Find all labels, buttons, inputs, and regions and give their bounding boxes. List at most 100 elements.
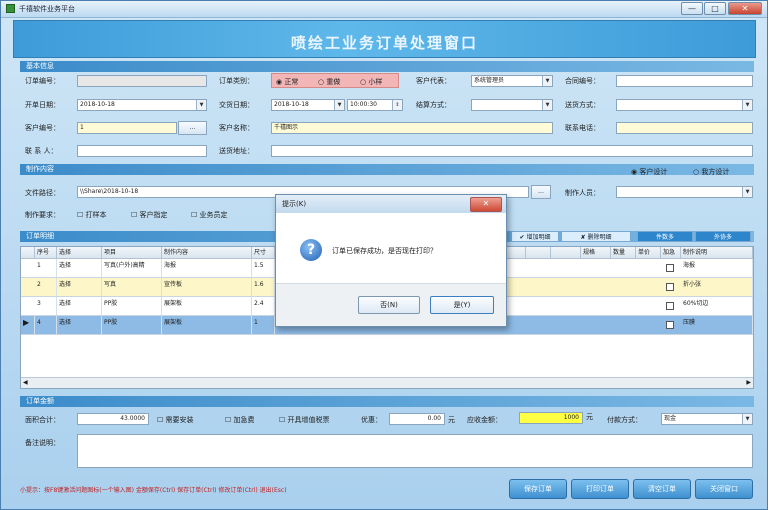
customer-name-field[interactable]: 千禧图示 <box>271 122 553 134</box>
add-detail-button[interactable]: ✔ 增加明细 <box>511 231 559 242</box>
chk-salesman[interactable]: ☐ 业务员定 <box>191 210 228 220</box>
order-no-label: 订单编号： <box>25 77 60 85</box>
pay-select[interactable]: 现金 ▼ <box>661 413 753 425</box>
delivery-time-picker[interactable]: 10:00:30 ⇕ <box>347 99 403 111</box>
row-select-button[interactable]: 选择 <box>57 259 102 277</box>
tab-piece[interactable]: 件数多 <box>637 231 693 242</box>
settle-select[interactable]: ▼ <box>471 99 553 111</box>
worker-label: 制作人员： <box>565 189 600 197</box>
row-no: 4 <box>35 316 57 334</box>
ship-select[interactable]: ▼ <box>616 99 753 111</box>
chk-sample-label: 打样本 <box>85 211 107 219</box>
urgent-checkbox[interactable] <box>666 283 674 291</box>
chevron-down-icon[interactable]: ▼ <box>542 100 552 110</box>
chevron-down-icon[interactable]: ▼ <box>742 187 752 197</box>
delete-detail-button[interactable]: ✘ 删除明细 <box>561 231 631 242</box>
chevron-down-icon[interactable]: ▼ <box>542 76 552 86</box>
open-date-picker[interactable]: 2018-10-18 ▼ <box>77 99 207 111</box>
discount-field[interactable]: 0.00 <box>389 413 445 425</box>
address-field[interactable] <box>271 145 753 157</box>
title-bar[interactable]: 千禧软件业务平台 — □ ✕ <box>1 1 767 18</box>
horizontal-scrollbar[interactable]: ◀ ▶ <box>21 377 753 388</box>
close-button[interactable]: ✕ <box>728 2 762 15</box>
row-no: 1 <box>35 259 57 277</box>
pay-value: 现金 <box>664 415 677 422</box>
urgent-checkbox[interactable] <box>666 302 674 310</box>
table-header-cell: 单价 <box>636 247 661 259</box>
table-header-cell: 加急 <box>661 247 681 259</box>
radio-extra[interactable]: ○ 小样 <box>360 77 382 87</box>
tab-outsource[interactable]: 外协多 <box>695 231 751 242</box>
spinner-icon[interactable]: ⇕ <box>392 100 402 110</box>
chk-customer-label: 客户指定 <box>139 211 168 219</box>
radio-normal[interactable]: ◉ 正常 <box>276 77 298 87</box>
ship-label: 送货方式： <box>565 101 600 109</box>
dialog-title: 提示(K) <box>282 200 307 208</box>
chevron-down-icon[interactable]: ▼ <box>742 100 752 110</box>
row-select-button[interactable]: 选择 <box>57 316 102 334</box>
customer-no-field[interactable]: 1 <box>77 122 177 134</box>
total-field[interactable]: 43.0000 <box>77 413 149 425</box>
save-order-button[interactable]: 保存订单 <box>509 479 567 499</box>
row-note: 压膜 <box>681 316 753 334</box>
dialog-message: 订单已保存成功，是否现在打印？ <box>332 247 437 255</box>
dialog-footer: 否(N) 是(Y) <box>276 283 506 326</box>
chk-install-label: 需要安装 <box>165 416 194 424</box>
table-header-cell <box>526 247 551 259</box>
radio-extra-label: 小样 <box>368 78 383 86</box>
row-select-button[interactable]: 选择 <box>57 278 102 296</box>
contact-field[interactable] <box>77 145 207 157</box>
delivery-date-picker[interactable]: 2018-10-18 ▼ <box>271 99 345 111</box>
total-label: 面积合计： <box>25 416 60 424</box>
chk-sample[interactable]: ☐ 打样本 <box>77 210 107 220</box>
chk-urgent[interactable]: ☐ 加急费 <box>225 415 255 425</box>
delivery-date-label: 交货日期： <box>219 101 254 109</box>
chevron-down-icon[interactable]: ▼ <box>334 100 344 110</box>
due-field[interactable]: 1000 <box>519 412 583 424</box>
chk-install[interactable]: ☐ 需要安装 <box>157 415 194 425</box>
contract-no-field[interactable] <box>616 75 753 87</box>
row-note: 折小张 <box>681 278 753 296</box>
urgent-checkbox[interactable] <box>666 321 674 329</box>
order-type-group: ◉ 正常 ○ 重做 ○ 小样 <box>271 73 399 88</box>
dialog-no-button[interactable]: 否(N) <box>358 296 420 314</box>
radio-rework[interactable]: ○ 重做 <box>318 77 340 87</box>
question-icon: ? <box>300 239 322 261</box>
row-item: 写真(户外)高精 <box>102 259 162 277</box>
file-path-label: 文件路径： <box>25 189 60 197</box>
scroll-left-icon[interactable]: ◀ <box>23 379 28 386</box>
worker-select[interactable]: ▼ <box>616 186 753 198</box>
table-header-cell <box>551 247 581 259</box>
table-header-cell <box>21 247 35 259</box>
radio-rework-label: 重做 <box>326 78 341 86</box>
chk-customer[interactable]: ☐ 客户指定 <box>131 210 168 220</box>
scroll-right-icon[interactable]: ▶ <box>746 379 751 386</box>
clear-order-button[interactable]: 清空订单 <box>633 479 691 499</box>
table-header-cell: 尺寸 <box>252 247 275 259</box>
chevron-down-icon[interactable]: ▼ <box>196 100 206 110</box>
dialog-close-button[interactable]: ✕ <box>470 197 502 212</box>
status-hint: 小提示：按F8键激活问题图标(一个输入图) 金额保存(Ctrl) 保存订单(Ct… <box>20 487 287 494</box>
close-window-button[interactable]: 关闭窗口 <box>695 479 753 499</box>
order-no-field[interactable] <box>77 75 207 87</box>
customer-name-label: 客户名称： <box>219 124 254 132</box>
radio-customer-design[interactable]: ◉ 客户设计 <box>631 167 667 177</box>
chk-salesman-label: 业务员定 <box>199 211 228 219</box>
radio-self-design[interactable]: ○ 我方设计 <box>693 167 729 177</box>
phone-field[interactable] <box>616 122 753 134</box>
print-order-button[interactable]: 打印订单 <box>571 479 629 499</box>
urgent-checkbox[interactable] <box>666 264 674 272</box>
row-select-button[interactable]: 选择 <box>57 297 102 315</box>
maximize-button[interactable]: □ <box>704 2 726 15</box>
row-content: 宣传板 <box>162 278 252 296</box>
customer-rep-select[interactable]: 系统管理员 ▼ <box>471 75 553 87</box>
customer-lookup-button[interactable]: … <box>178 121 207 135</box>
chevron-down-icon[interactable]: ▼ <box>742 414 752 424</box>
contract-no-label: 合同编号： <box>565 77 600 85</box>
browse-button[interactable]: … <box>531 185 551 199</box>
chk-invoice[interactable]: ☐ 开具增值税票 <box>279 415 330 425</box>
dialog-title-bar[interactable]: 提示(K) ✕ <box>276 195 506 213</box>
minimize-button[interactable]: — <box>681 2 703 15</box>
due-unit: 元 <box>586 413 593 421</box>
dialog-yes-button[interactable]: 是(Y) <box>430 296 494 314</box>
